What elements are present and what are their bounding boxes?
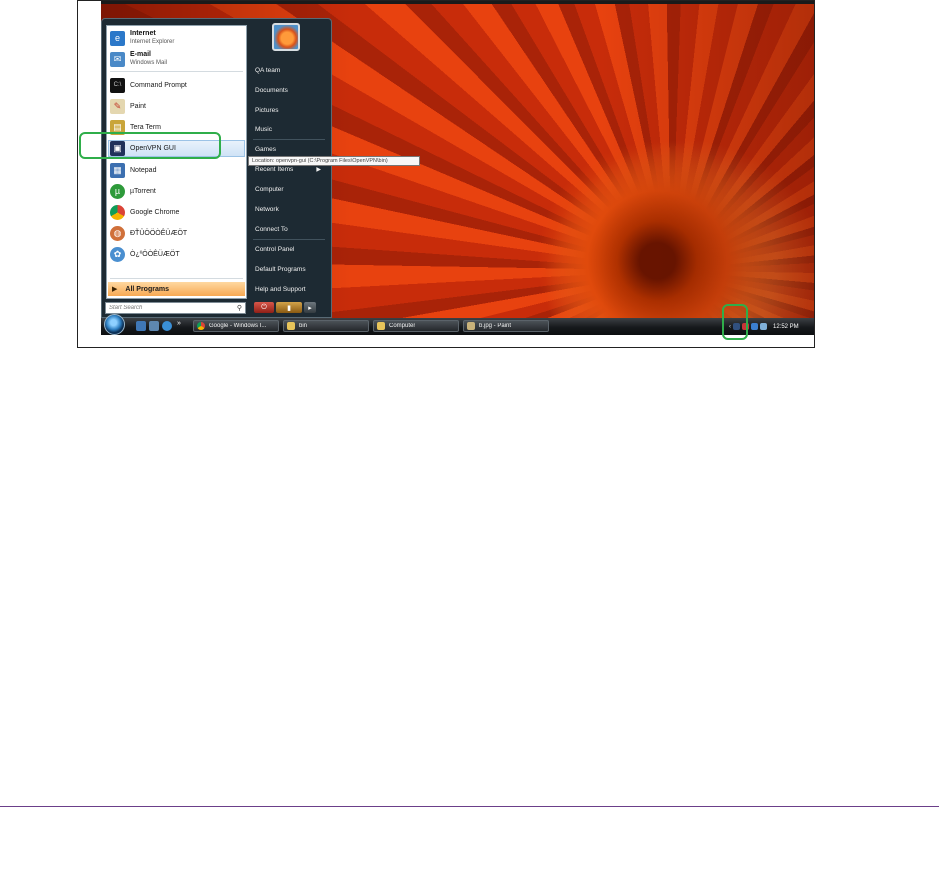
place-help-and-support[interactable]: Help and Support (255, 286, 327, 293)
start-menu-programs-pane: e Internet Internet Explorer ✉ E-mail Wind… (106, 25, 247, 299)
utorrent-icon: µ (110, 183, 125, 199)
task-button-paint[interactable]: b.jpg - Paint (463, 320, 549, 332)
chevron-right-icon: ▶ (316, 167, 321, 173)
divider (110, 278, 243, 279)
place-control-panel[interactable]: Control Panel (255, 246, 327, 253)
pinned-subtitle: Windows Mail (130, 60, 168, 66)
pinned-title: Internet (130, 30, 156, 37)
task-button-bin[interactable]: bin (283, 320, 369, 332)
openvpn-highlight-box (79, 132, 221, 159)
program-item-8[interactable]: ◍ ÐŤÛÖÖÒÊÜÆÖT (110, 224, 244, 242)
program-command-prompt[interactable]: C:\ Command Prompt (110, 76, 244, 94)
folder-icon (287, 322, 295, 330)
clock[interactable]: 12:52 PM (773, 324, 799, 330)
start-menu: e Internet Internet Explorer ✉ E-mail Wind… (101, 18, 332, 318)
window-top-edge (101, 1, 814, 4)
app-icon: ◍ (110, 225, 125, 241)
program-paint[interactable]: ✎ Paint (110, 97, 244, 115)
all-programs-button[interactable]: ▶ All Programs (108, 282, 245, 296)
paint-icon: ✎ (110, 98, 125, 114)
program-label: Google Chrome (130, 208, 180, 216)
task-label: bin (299, 323, 308, 329)
pinned-internet[interactable]: e Internet Internet Explorer (110, 29, 244, 47)
divider (253, 239, 325, 240)
all-programs-label: All Programs (125, 285, 169, 293)
divider (253, 139, 325, 140)
place-computer[interactable]: Computer (255, 186, 327, 193)
start-search-box[interactable]: ⚲ (105, 302, 246, 314)
search-icon[interactable]: ⚲ (237, 304, 242, 312)
task-button-computer[interactable]: Computer (373, 320, 459, 332)
security-tray-icon[interactable] (751, 323, 758, 330)
lock-icon[interactable]: ▮ (276, 302, 302, 313)
pinned-email[interactable]: ✉ E-mail Windows Mail (110, 50, 244, 68)
taskbar: » Google - Windows I... bin Computer b.j… (101, 314, 814, 335)
internet-explorer-icon: e (110, 30, 125, 46)
task-label: b.jpg - Paint (479, 323, 512, 329)
place-music[interactable]: Music (255, 126, 327, 133)
program-label: µTorrent (130, 187, 156, 195)
program-label: Notepad (130, 166, 157, 174)
place-default-programs[interactable]: Default Programs (255, 266, 327, 273)
place-documents[interactable]: Documents (255, 87, 327, 94)
pinned-subtitle: Internet Explorer (130, 39, 175, 45)
program-label: ÐŤÛÖÖÒÊÜÆÖT (130, 229, 188, 237)
task-label: Computer (389, 323, 416, 329)
divider (110, 71, 243, 72)
task-label: Google - Windows I... (209, 323, 267, 329)
overflow-chevron-icon[interactable]: » (177, 320, 185, 330)
recent-items-label: Recent Items (255, 166, 294, 173)
place-recent-items[interactable]: Recent Items ▶ (255, 166, 327, 173)
internet-explorer-icon[interactable] (162, 321, 172, 331)
power-icon[interactable]: ⏻ (254, 302, 274, 313)
screenshot-bottom-margin (101, 335, 814, 347)
command-prompt-icon: C:\ (110, 77, 125, 93)
start-button[interactable] (104, 314, 125, 335)
place-pictures[interactable]: Pictures (255, 107, 327, 114)
power-controls: ⏻ ▮ ▸ (254, 301, 326, 314)
app-icon: ✿ (110, 246, 125, 262)
program-label: Ò¿ºÖÒÊÜÆÖT (130, 250, 180, 258)
screenshot-frame: e Internet Internet Explorer ✉ E-mail Wind… (77, 0, 815, 348)
place-qa-team[interactable]: QA team (255, 67, 327, 74)
chevron-right-icon[interactable]: ▸ (304, 302, 316, 313)
page-rule (0, 806, 939, 807)
notepad-icon: ▦ (110, 162, 125, 178)
task-button-chrome[interactable]: Google - Windows I... (193, 320, 279, 332)
program-item-9[interactable]: ✿ Ò¿ºÖÒÊÜÆÖT (110, 245, 244, 263)
paint-icon (467, 322, 475, 330)
show-desktop-icon[interactable] (136, 321, 146, 331)
chrome-icon (197, 322, 205, 330)
switch-windows-icon[interactable] (149, 321, 159, 331)
start-search-input[interactable] (109, 305, 219, 311)
program-notepad[interactable]: ▦ Notepad (110, 161, 244, 179)
pinned-title: E-mail (130, 51, 152, 58)
arrow-right-icon: ▶ (112, 286, 118, 293)
volume-icon[interactable] (760, 323, 767, 330)
place-network[interactable]: Network (255, 206, 327, 213)
location-tooltip: Location: openvpn-gui (C:\Program Files\… (248, 156, 420, 166)
tray-highlight-box (722, 304, 748, 340)
user-picture-avatar[interactable] (272, 23, 300, 51)
windows-mail-icon: ✉ (110, 51, 125, 67)
place-games[interactable]: Games (255, 146, 327, 153)
program-label: Tera Term (130, 123, 161, 131)
google-chrome-icon (110, 204, 125, 220)
program-utorrent[interactable]: µ µTorrent (110, 182, 244, 200)
folder-icon (377, 322, 385, 330)
place-connect-to[interactable]: Connect To (255, 226, 327, 233)
program-label: Command Prompt (130, 81, 187, 89)
program-google-chrome[interactable]: Google Chrome (110, 203, 244, 221)
program-label: Paint (130, 102, 146, 110)
